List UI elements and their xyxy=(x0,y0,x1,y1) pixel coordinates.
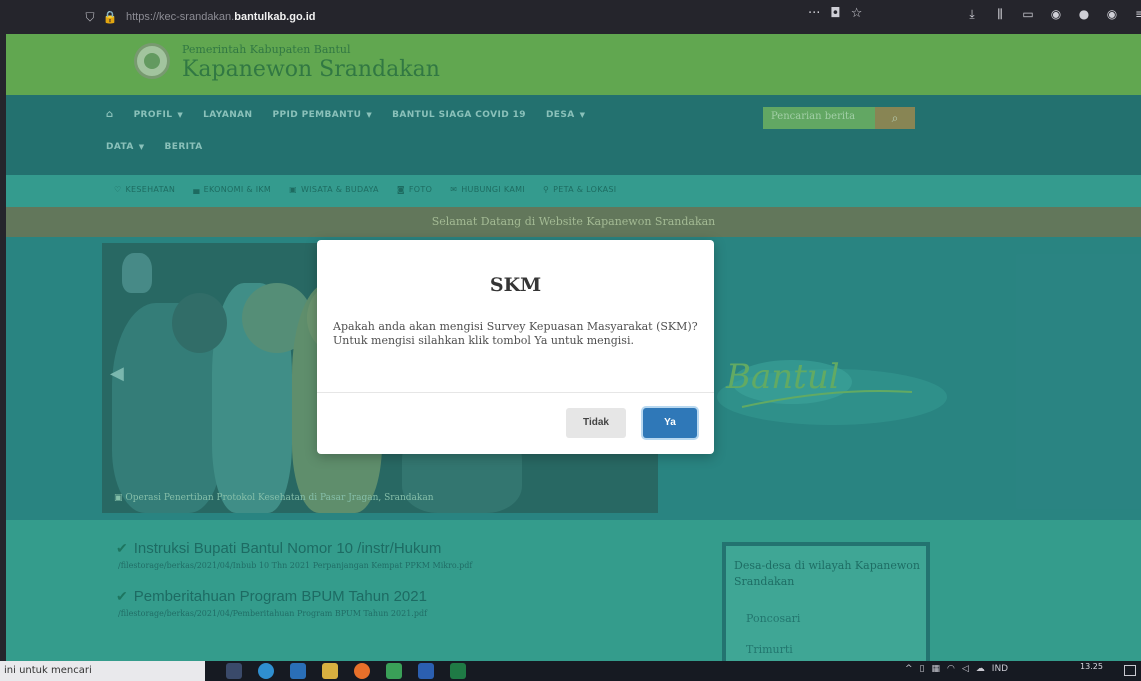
tidak-button[interactable]: Tidak xyxy=(566,408,626,438)
firefox-icon[interactable] xyxy=(354,663,370,679)
volume-icon[interactable]: ◁ xyxy=(962,664,969,674)
battery-icon[interactable]: ▯ xyxy=(920,664,925,674)
account-icon[interactable]: ● xyxy=(1077,7,1091,22)
star-icon[interactable]: ☆ xyxy=(851,6,863,21)
address-bar-actions: ··· ◘ ☆ xyxy=(808,6,862,21)
system-tray: ^ ▯ ▦ ◠ ◁ ☁ IND xyxy=(905,664,1008,674)
more-dots-icon[interactable]: ··· xyxy=(808,6,820,21)
notification-icon[interactable] xyxy=(1124,665,1136,676)
ya-button[interactable]: Ya xyxy=(643,408,697,438)
pocket-icon[interactable]: ◘ xyxy=(830,6,840,21)
taskbar-clock[interactable]: 13.25 xyxy=(1080,662,1103,671)
chevron-up-icon[interactable]: ^ xyxy=(905,664,913,674)
wifi-icon[interactable]: ◠ xyxy=(947,664,955,674)
word-icon[interactable] xyxy=(418,663,434,679)
file-explorer-icon[interactable] xyxy=(322,663,338,679)
app-icon[interactable] xyxy=(386,663,402,679)
edge-icon[interactable] xyxy=(258,663,274,679)
skm-dialog: SKM Apakah anda akan mengisi Survey Kepu… xyxy=(317,240,714,454)
cloud-icon[interactable]: ☁ xyxy=(976,664,985,674)
library-icon[interactable]: ⫼ xyxy=(993,7,1007,22)
browser-toolbar-icons: ⤓ ⫼ ▭ ◉ ● ◉ ≡ xyxy=(965,7,1141,22)
taskbar-apps xyxy=(226,663,466,679)
sidebar-icon[interactable]: ▭ xyxy=(1021,7,1035,22)
language-indicator[interactable]: IND xyxy=(992,664,1008,674)
dialog-message: Apakah anda akan mengisi Survey Kepuasan… xyxy=(333,320,698,347)
lock-icon[interactable]: 🔒 xyxy=(100,10,120,24)
windows-taskbar: ini untuk mencari ^ ▯ ▦ ◠ ◁ ☁ IND 13.25 xyxy=(0,661,1141,681)
addon-icon[interactable]: ◉ xyxy=(1105,7,1119,22)
screen: ⛉ 🔒 https://kec-srandakan. bantulkab.go.… xyxy=(0,0,1141,681)
network-icon[interactable]: ▦ xyxy=(932,664,941,674)
dialog-divider xyxy=(317,392,714,393)
mail-icon[interactable] xyxy=(290,663,306,679)
url-domain: bantulkab.go.id xyxy=(234,11,316,23)
taskbar-search-input[interactable]: ini untuk mencari xyxy=(0,661,205,681)
address-bar[interactable]: ⛉ 🔒 https://kec-srandakan. bantulkab.go.… xyxy=(80,4,880,30)
excel-icon[interactable] xyxy=(450,663,466,679)
menu-icon[interactable]: ≡ xyxy=(1133,7,1141,22)
dialog-title: SKM xyxy=(489,274,542,296)
download-icon[interactable]: ⤓ xyxy=(965,7,979,22)
url-prefix: https://kec-srandakan. xyxy=(126,11,235,23)
shield-icon[interactable]: ⛉ xyxy=(80,10,100,25)
task-view-icon[interactable] xyxy=(226,663,242,679)
extension-icon[interactable]: ◉ xyxy=(1049,7,1063,22)
